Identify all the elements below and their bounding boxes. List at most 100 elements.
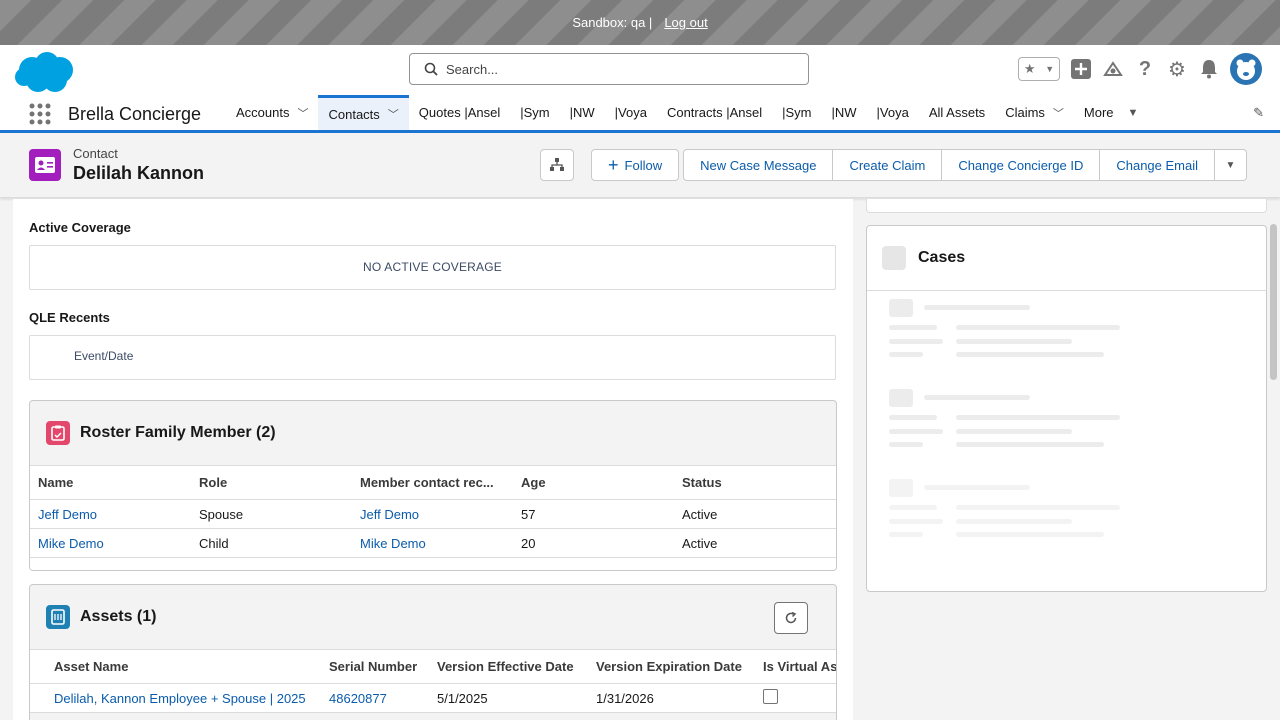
column-header[interactable]: Is Virtual As [755,649,836,684]
member-contact-link[interactable]: Jeff Demo [360,507,419,522]
cases-loading-placeholder [867,290,1266,591]
caret-down-icon: ▼ [1225,159,1236,171]
tab-quotes-nw[interactable]: |NW [560,95,605,130]
create-claim-button[interactable]: Create Claim [833,149,943,181]
record-name: Delilah Kannon [73,163,205,183]
age-cell: 57 [513,499,674,529]
new-case-message-button[interactable]: New Case Message [683,149,834,181]
caret-down-icon: ▼ [1127,106,1139,119]
tab-label: |Voya [876,105,909,120]
tab-contracts-voya[interactable]: |Voya [867,95,919,130]
column-header[interactable]: Serial Number [321,649,429,684]
record-header: Contact Delilah Kannon + Follow New Case … [0,136,1280,198]
global-actions-icon[interactable] [1070,58,1092,80]
help-icon[interactable]: ? [1134,58,1156,80]
record-actions: + Follow New Case Message Create Claim Ch… [591,149,1247,181]
contact-icon [29,149,61,181]
tab-claims[interactable]: Claims ﹀ [995,95,1074,130]
tab-label: |Voya [614,105,647,120]
tab-quotes-sym[interactable]: |Sym [510,95,559,130]
tab-contracts-nw[interactable]: |NW [821,95,866,130]
salesforce-logo[interactable] [14,50,76,94]
chevron-down-icon[interactable]: ﹀ [297,105,308,121]
sandbox-label: Sandbox: qa | [572,15,653,30]
favorites-button[interactable]: ★ ▼ [1018,57,1060,81]
follow-label: Follow [624,157,663,173]
tab-all-assets[interactable]: All Assets [919,95,995,130]
sidebar-scrollbar[interactable] [1270,224,1277,380]
member-contact-link[interactable]: Mike Demo [360,536,426,551]
tab-label: Contracts |Ansel [666,105,763,120]
tab-label: Quotes |Ansel [418,105,501,120]
change-concierge-id-button[interactable]: Change Concierge ID [942,149,1101,181]
tab-accounts[interactable]: Accounts ﹀ [226,95,318,130]
setup-gear-icon[interactable]: ⚙ [1166,58,1188,81]
chevron-down-icon[interactable]: ﹀ [1053,105,1064,121]
tab-label: |NW [831,105,857,120]
active-coverage-title: Active Coverage [29,220,131,235]
tab-contracts-sym[interactable]: |Sym [772,95,821,130]
star-icon: ★ [1023,61,1036,76]
global-search-input[interactable]: Search... [409,53,809,85]
column-header[interactable]: Member contact rec... [352,465,513,500]
column-header[interactable]: Asset Name [46,649,321,684]
hierarchy-button[interactable] [540,149,574,181]
logout-link[interactable]: Log out [664,15,707,30]
tab-quotes-ansel[interactable]: Quotes |Ansel [409,95,510,130]
member-name-link[interactable]: Mike Demo [38,536,104,551]
column-header[interactable]: Name [30,465,191,500]
column-header[interactable]: Status [674,465,836,500]
tab-label: |Sym [520,105,550,120]
age-cell: 20 [513,528,674,558]
search-placeholder: Search... [446,61,499,77]
refresh-button[interactable] [774,602,808,634]
search-icon [424,62,438,76]
global-header: Search... ★ ▼ ? ⚙ [0,45,1280,95]
hierarchy-icon [550,158,564,171]
more-actions-button[interactable]: ▼ [1215,149,1247,181]
tab-contracts-ansel[interactable]: Contracts |Ansel [657,95,772,130]
active-coverage-empty: NO ACTIVE COVERAGE [29,245,836,290]
plus-icon: + [608,155,619,175]
app-launcher-icon[interactable] [29,103,51,125]
trailhead-icon[interactable] [1102,58,1124,80]
tab-contacts[interactable]: Contacts ﹀ [318,95,409,130]
right-sidebar: Cases [866,199,1268,720]
tab-label: |NW [569,105,595,120]
tab-label: All Assets [928,105,986,120]
member-name-link[interactable]: Jeff Demo [38,507,97,522]
column-header[interactable]: Version Expiration Date [588,649,755,684]
clipboard-icon [46,421,70,445]
is-virtual-checkbox [763,689,778,704]
tab-label: Contacts [328,106,380,122]
serial-number-link[interactable]: 48620877 [329,691,387,706]
notifications-bell-icon[interactable] [1198,58,1220,80]
cases-icon [882,246,906,270]
sandbox-banner: Sandbox: qa | Log out [0,0,1280,45]
change-email-button[interactable]: Change Email [1100,149,1215,181]
user-avatar[interactable] [1230,53,1262,85]
table-header-row: Name Role Member contact rec... Age Stat… [30,465,836,500]
follow-button[interactable]: + Follow [591,149,680,181]
column-header[interactable]: Version Effective Date [429,649,588,684]
table-row: Jeff Demo Spouse Jeff Demo 57 Active [30,499,836,529]
tab-more[interactable]: More ▼ [1074,95,1149,130]
tab-label: |Sym [782,105,812,120]
cases-card: Cases [866,225,1267,592]
chevron-down-icon[interactable]: ﹀ [388,106,399,122]
tab-quotes-voya[interactable]: |Voya [605,95,657,130]
nav-tabs: Accounts ﹀ Contacts ﹀ Quotes |Ansel |Sym |… [226,95,1148,130]
role-cell: Spouse [191,499,352,529]
roster-table: Name Role Member contact rec... Age Stat… [30,465,836,570]
table-header-row: Asset Name Serial Number Version Effecti… [30,649,836,684]
chevron-down-icon: ▼ [1045,64,1055,74]
asset-name-link[interactable]: Delilah, Kannon Employee + Spouse | 2025 [54,691,306,706]
app-navigation-bar: Brella Concierge Accounts ﹀ Contacts ﹀ Quo… [0,95,1280,133]
status-cell: Active [674,499,836,529]
cases-title: Cases [918,249,966,266]
edit-nav-pencil-icon[interactable]: ✎ [1253,105,1264,121]
roster-title: Roster Family Member (2) [80,424,276,441]
column-header[interactable]: Age [513,465,674,500]
table-row: Mike Demo Child Mike Demo 20 Active [30,528,836,558]
column-header[interactable]: Role [191,465,352,500]
